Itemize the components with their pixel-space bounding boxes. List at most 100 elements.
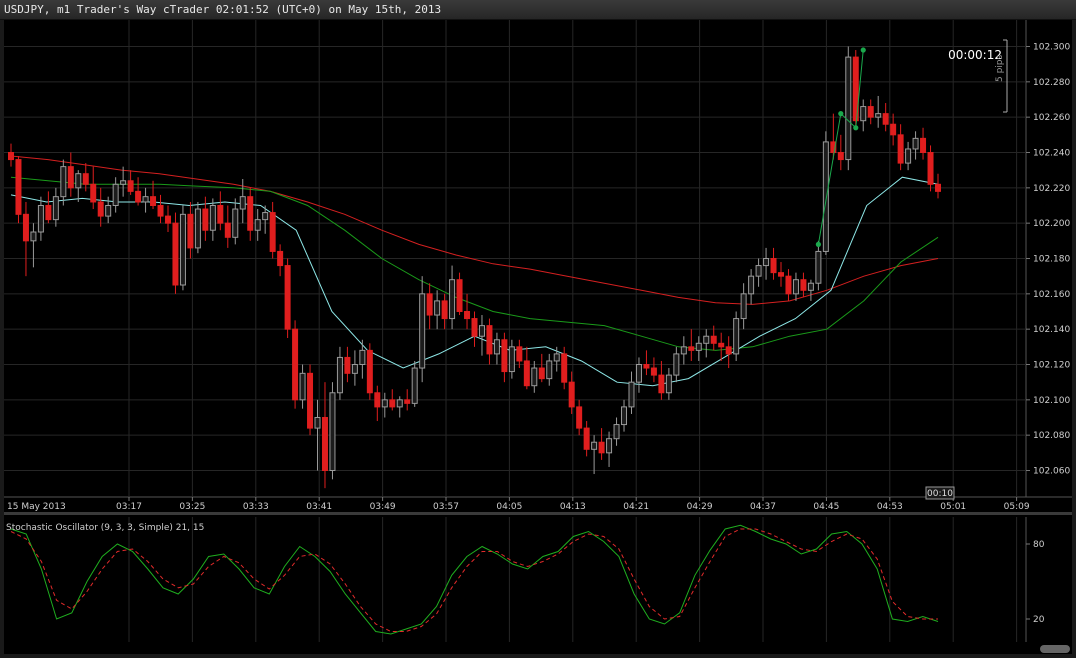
candle-body xyxy=(449,279,456,320)
candle-body xyxy=(718,342,725,348)
time-tick-label: 03:25 xyxy=(179,502,205,512)
candle-body xyxy=(419,293,426,369)
candle-body xyxy=(374,392,381,408)
candle-body xyxy=(935,183,941,192)
candle-body xyxy=(127,180,134,192)
candle-body xyxy=(277,250,284,267)
time-tick-label: 04:37 xyxy=(750,502,776,512)
candle-body xyxy=(486,325,493,355)
time-cursor-label: 00:10 xyxy=(927,489,953,499)
time-tick-label: 05:09 xyxy=(1004,502,1030,512)
candle-body xyxy=(650,367,657,376)
candle-body xyxy=(583,427,590,450)
candle-body xyxy=(90,183,97,203)
price-tick-label: 102.160 xyxy=(1033,290,1070,300)
time-tick-label: 04:13 xyxy=(560,502,586,512)
price-tick-label: 102.140 xyxy=(1033,325,1070,335)
candle-body xyxy=(254,219,261,231)
candle-body xyxy=(733,318,740,355)
candle-body xyxy=(464,311,471,320)
candle-body xyxy=(613,424,620,440)
time-tick-label: 03:49 xyxy=(370,502,396,512)
candle-body xyxy=(912,137,919,150)
candle-body xyxy=(179,213,186,286)
signal-dot xyxy=(838,111,844,117)
price-tick-label: 102.260 xyxy=(1033,113,1070,123)
candle-body xyxy=(531,367,538,387)
candle-body xyxy=(67,166,74,189)
price-tick-label: 102.300 xyxy=(1033,43,1070,53)
candle-body xyxy=(262,212,269,221)
time-tick-label: 04:53 xyxy=(877,502,903,512)
scrollbar-thumb[interactable] xyxy=(1040,645,1070,653)
candle-body xyxy=(837,152,844,161)
candle-body xyxy=(598,441,605,454)
candle-body xyxy=(187,213,194,249)
price-tick-label: 102.280 xyxy=(1033,78,1070,88)
signal-dot xyxy=(860,47,866,53)
candle-body xyxy=(426,293,433,316)
grid xyxy=(4,20,1072,654)
candle-body xyxy=(284,265,291,330)
candle-body xyxy=(351,364,358,374)
candle-body xyxy=(411,367,418,404)
candle-body xyxy=(815,250,822,284)
candle-body xyxy=(75,173,82,189)
candle-body xyxy=(15,159,22,215)
candle-body xyxy=(336,356,343,394)
candle-body xyxy=(553,353,560,362)
candle-body xyxy=(635,364,642,383)
window-title: USDJPY, m1 Trader's Way cTrader 02:01:52… xyxy=(4,3,442,16)
candle-body xyxy=(456,279,463,313)
candle-body xyxy=(112,183,119,207)
candle-body xyxy=(493,339,500,355)
date-label: 15 May 2013 xyxy=(7,502,66,512)
price-chart[interactable]: 102.300 102.280 102.260 102.240 102.220 102.2… xyxy=(4,20,1072,654)
candle-body xyxy=(202,208,209,231)
candle-body xyxy=(172,222,179,286)
candle-body xyxy=(232,208,239,238)
candle-body xyxy=(680,346,687,355)
candle-body xyxy=(725,346,732,355)
candle-body xyxy=(822,141,829,252)
panel-separator xyxy=(4,512,1072,515)
time-tick-label: 05:01 xyxy=(940,502,966,512)
chart-frame: 102.300 102.280 102.260 102.240 102.220 102.2… xyxy=(4,20,1072,654)
candle-body xyxy=(389,399,396,408)
candle-body xyxy=(404,399,411,404)
candle-body xyxy=(209,205,216,231)
candle-body xyxy=(471,318,478,337)
candle-body xyxy=(890,123,897,136)
candle-body xyxy=(568,381,575,408)
candle-body xyxy=(688,346,695,351)
time-tick-label: 04:45 xyxy=(813,502,839,512)
pips-label: 5 pips xyxy=(995,54,1005,82)
countdown-timer: 00:00:12 xyxy=(948,48,1002,62)
candle-body xyxy=(441,300,448,320)
candle-body xyxy=(30,231,37,242)
candle-body xyxy=(344,356,351,374)
candle-body xyxy=(778,272,785,277)
time-cursor-badge: 00:10 xyxy=(925,486,955,500)
price-tick-label: 102.240 xyxy=(1033,149,1070,159)
oscillator-title: Stochastic Oscillator (9, 3, 3, Simple) … xyxy=(6,523,204,533)
candle-body xyxy=(434,300,441,316)
candle-body xyxy=(875,113,882,118)
price-tick-label: 102.180 xyxy=(1033,255,1070,265)
candle-body xyxy=(927,152,934,185)
candle-body xyxy=(366,349,373,394)
candle-body xyxy=(37,205,44,233)
time-tick-label: 03:41 xyxy=(306,502,332,512)
candle-body xyxy=(8,152,14,161)
candle-body xyxy=(905,148,912,164)
candle-body xyxy=(845,56,852,161)
candle-body xyxy=(142,196,149,203)
time-tick-label: 03:33 xyxy=(243,502,269,512)
candle-body xyxy=(695,342,702,351)
candle-body xyxy=(97,201,104,217)
candle-body xyxy=(307,372,314,429)
candle-body xyxy=(882,113,889,125)
candle-body xyxy=(60,166,67,198)
price-tick-label: 102.080 xyxy=(1033,431,1070,441)
candle-body xyxy=(45,205,52,221)
